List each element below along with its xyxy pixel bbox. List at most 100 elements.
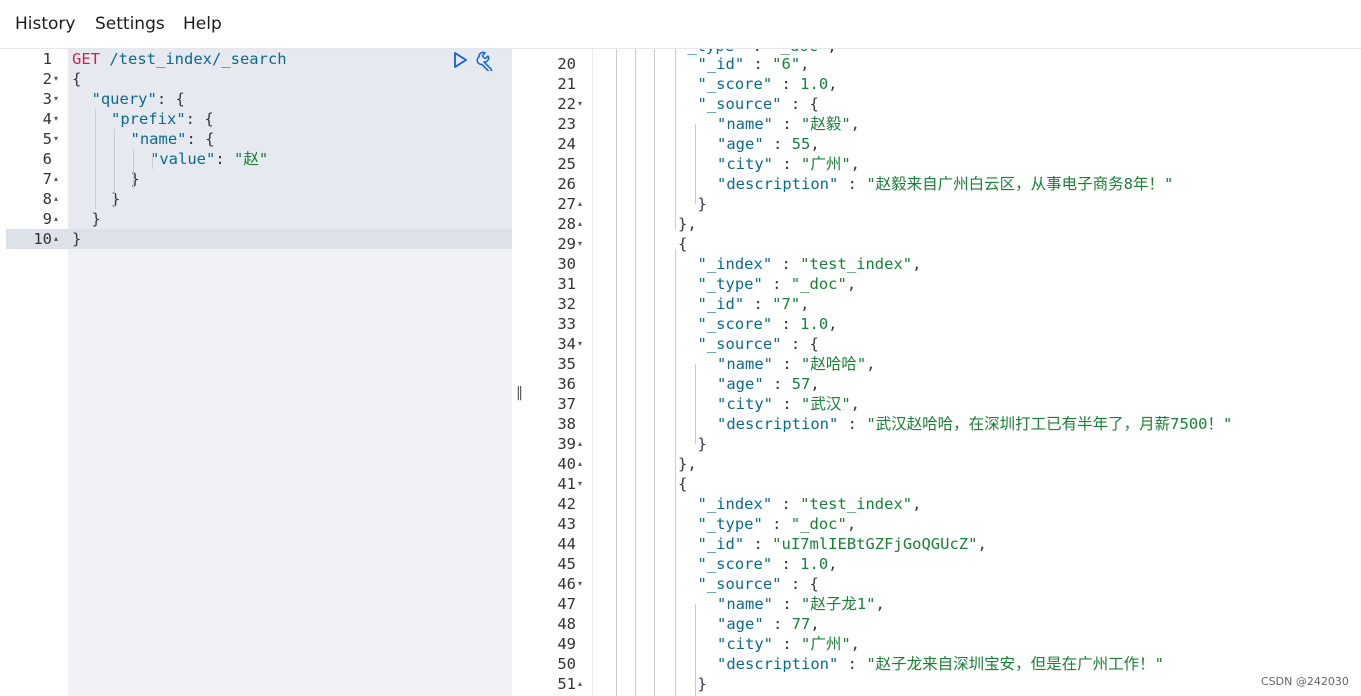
code-line[interactable]: "name" : "赵哈哈",: [717, 354, 876, 374]
token-punct: : {: [186, 130, 215, 148]
code-line[interactable]: "age" : 77,: [717, 614, 820, 634]
token-key: "description": [717, 175, 839, 193]
code-line[interactable]: }: [698, 674, 707, 694]
fold-down-icon[interactable]: ▾: [54, 69, 62, 89]
fold-up-icon[interactable]: ▴: [54, 189, 62, 209]
token-key: "_type": [697, 275, 763, 293]
line-number: 32: [557, 295, 576, 313]
code-line[interactable]: "value": "赵": [150, 149, 268, 169]
code-line[interactable]: "prefix": {: [111, 109, 214, 129]
fold-down-icon[interactable]: ▾: [578, 334, 586, 354]
fold-down-icon[interactable]: ▾: [578, 474, 586, 494]
code-line[interactable]: "description" : "赵子龙来自深圳宝安，但是在广州工作！": [717, 654, 1164, 674]
code-line[interactable]: "_type" : "_doc",: [698, 274, 857, 294]
code-line[interactable]: "query": {: [92, 89, 185, 109]
code-line[interactable]: "_source" : {: [698, 574, 819, 594]
code-line[interactable]: }: [131, 169, 140, 189]
code-line[interactable]: "age" : 55,: [717, 134, 820, 154]
fold-up-icon[interactable]: ▴: [54, 229, 62, 249]
wrench-icon[interactable]: [476, 51, 496, 71]
code-line[interactable]: GET /test_index/_search: [72, 49, 287, 69]
code-line[interactable]: "_id" : "6",: [698, 54, 810, 74]
code-line[interactable]: "_score" : 1.0,: [698, 74, 838, 94]
code-line[interactable]: }: [72, 229, 81, 249]
code-line[interactable]: "age" : 57,: [717, 374, 820, 394]
indent-guide: [695, 124, 696, 204]
token-key: "_id": [697, 295, 745, 313]
token-str: "赵毅来自广州白云区，从事电子商务8年！": [866, 175, 1174, 193]
token-punct: ,: [875, 595, 885, 613]
fold-down-icon[interactable]: ▾: [578, 574, 586, 594]
code-line[interactable]: "_source" : {: [698, 94, 819, 114]
code-line[interactable]: {: [678, 234, 687, 254]
indent-guide: [695, 364, 696, 444]
code-line[interactable]: {: [72, 69, 81, 89]
token-str: "广州": [801, 155, 851, 173]
token-punct: :: [762, 275, 791, 293]
resize-handle-icon[interactable]: ‖: [516, 385, 523, 401]
code-line[interactable]: "_score" : 1.0,: [698, 314, 838, 334]
token-punct: }: [91, 210, 101, 228]
code-line[interactable]: "_index" : "test_index",: [698, 494, 922, 514]
token-num: 77: [791, 615, 811, 633]
play-icon[interactable]: [451, 51, 469, 69]
code-line[interactable]: "city" : "广州",: [717, 634, 860, 654]
token-punct: ,: [810, 615, 820, 633]
menu-settings[interactable]: Settings: [95, 14, 165, 34]
fold-up-icon[interactable]: ▴: [578, 674, 586, 694]
token-punct: :: [773, 595, 801, 613]
code-line[interactable]: }: [111, 189, 120, 209]
token-key: "_source": [697, 335, 782, 353]
fold-up-icon[interactable]: ▴: [578, 434, 586, 454]
menu-help[interactable]: Help: [183, 14, 222, 34]
code-line[interactable]: "_source" : {: [698, 334, 819, 354]
code-line[interactable]: "name" : "赵子龙1",: [717, 594, 885, 614]
code-line[interactable]: "name": {: [131, 129, 215, 149]
token-punct: ,: [850, 115, 861, 133]
fold-down-icon[interactable]: ▾: [578, 94, 586, 114]
code-line[interactable]: "_type" : "_doc",: [698, 514, 857, 534]
fold-up-icon[interactable]: ▴: [578, 454, 586, 474]
line-number: 28: [557, 215, 576, 233]
fold-down-icon[interactable]: ▾: [54, 109, 62, 129]
indent-guide: [114, 129, 115, 209]
code-line[interactable]: },: [678, 214, 697, 234]
code-line[interactable]: },: [678, 454, 697, 474]
token-key: "_id": [697, 55, 745, 73]
line-number: 47: [557, 595, 576, 613]
token-key: "_index": [697, 495, 773, 513]
fold-up-icon[interactable]: ▴: [578, 194, 586, 214]
code-line[interactable]: "city" : "武汉",: [717, 394, 860, 414]
code-line[interactable]: }: [698, 434, 707, 454]
code-line[interactable]: }: [92, 209, 101, 229]
code-line[interactable]: "name" : "赵毅",: [717, 114, 860, 134]
token-num: 1.0: [800, 555, 829, 573]
request-editor[interactable]: 1 GET /test_index/_search 2 ▾{3 ▾ "query": {4…: [6, 49, 512, 696]
code-line[interactable]: "description" : "武汉赵哈哈，在深圳打工已有半年了，月薪7500…: [717, 414, 1232, 434]
token-punct: :: [772, 315, 801, 333]
code-line[interactable]: {: [678, 474, 687, 494]
fold-down-icon[interactable]: ▾: [54, 129, 62, 149]
code-line[interactable]: }: [698, 194, 707, 214]
response-viewer[interactable]: "_type" : "_doc", 20 "_id" : "6", 21 "_scor…: [530, 49, 1361, 696]
code-line[interactable]: "_id" : "uI7mlIEBtGZFjGoQGUcZ",: [698, 534, 987, 554]
token-punct: ,: [846, 515, 857, 533]
code-line[interactable]: "city" : "广州",: [717, 154, 860, 174]
fold-up-icon[interactable]: ▴: [54, 209, 62, 229]
token-punct: : {: [781, 335, 819, 353]
fold-up-icon[interactable]: ▴: [578, 214, 586, 234]
code-line[interactable]: "_id" : "7",: [698, 294, 810, 314]
token-key: "value": [150, 150, 216, 168]
code-line[interactable]: "_index" : "test_index",: [698, 254, 922, 274]
fold-down-icon[interactable]: ▾: [578, 234, 586, 254]
token-punct: ,: [800, 295, 810, 313]
code-line[interactable]: "description" : "赵毅来自广州白云区，从事电子商务8年！": [717, 174, 1173, 194]
line-number: 34: [557, 335, 576, 353]
panel-divider[interactable]: [512, 49, 530, 696]
menu-history[interactable]: History: [15, 14, 75, 34]
fold-down-icon[interactable]: ▾: [54, 89, 62, 109]
code-line[interactable]: "_score" : 1.0,: [698, 554, 838, 574]
line-number: 38: [557, 415, 576, 433]
token-punct: :: [773, 395, 801, 413]
fold-up-icon[interactable]: ▴: [54, 169, 62, 189]
